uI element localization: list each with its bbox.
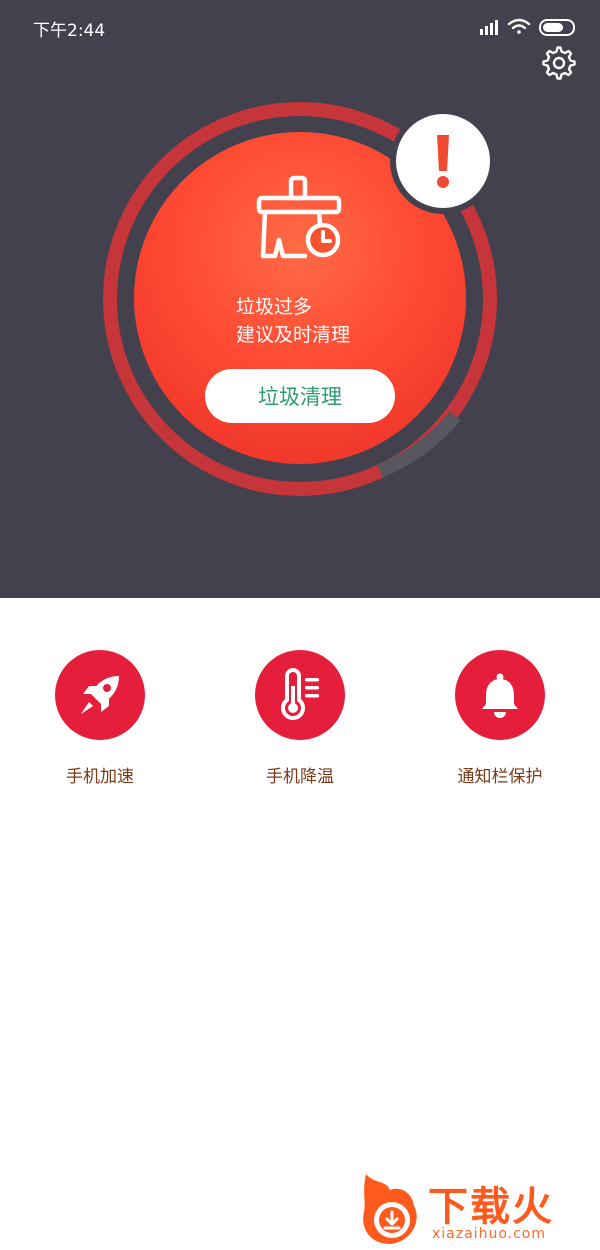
settings-button[interactable] — [538, 42, 580, 84]
tool-boost-circle — [55, 650, 145, 740]
rocket-icon — [81, 676, 119, 714]
status-icons — [480, 18, 575, 36]
tool-cool-circle — [255, 650, 345, 740]
watermark-title: 下载火 — [428, 1184, 554, 1230]
exclamation-icon — [437, 135, 449, 188]
tool-notification-protect[interactable]: 通知栏保护 — [410, 650, 590, 790]
status-bar: 下午2:44 — [0, 0, 600, 54]
tool-phone-cooldown[interactable]: 手机降温 — [210, 650, 390, 790]
signal-icon — [480, 20, 498, 35]
tool-phone-boost[interactable]: 手机加速 — [10, 650, 190, 790]
thermometer-icon — [281, 668, 319, 720]
flame-logo-icon — [363, 1174, 417, 1244]
alert-badge — [396, 114, 490, 208]
status-time: 下午2:44 — [33, 21, 106, 41]
battery-icon — [539, 19, 575, 36]
tool-cool-label: 手机降温 — [266, 767, 334, 787]
wifi-icon — [507, 18, 531, 34]
bell-icon — [482, 673, 518, 718]
broom-clock-icon — [256, 175, 342, 259]
watermark: 下载火 xiazaihuo.com — [356, 1168, 600, 1250]
warning-headline: 垃圾过多 — [236, 296, 313, 318]
tool-notify-circle — [455, 650, 545, 740]
watermark-url: xiazaihuo.com — [432, 1226, 546, 1242]
gear-icon — [542, 46, 576, 80]
junk-clean-button[interactable]: 垃圾清理 — [205, 369, 395, 423]
warning-subline: 建议及时清理 — [236, 324, 351, 346]
tool-notify-label: 通知栏保护 — [457, 767, 543, 787]
tool-boost-label: 手机加速 — [66, 767, 134, 787]
